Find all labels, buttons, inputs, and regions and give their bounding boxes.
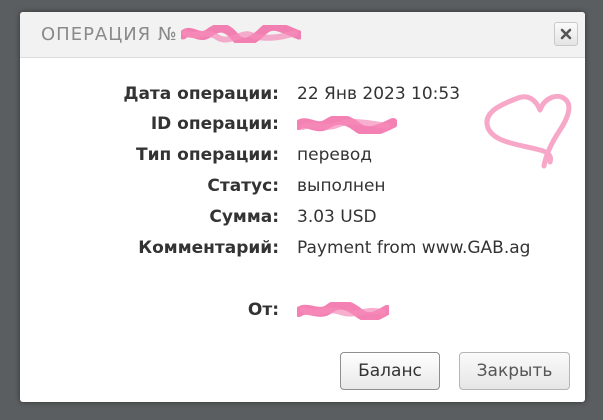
heart-drawing — [484, 93, 572, 169]
operation-dialog: ОПЕРАЦИЯ № Дата операции: 22 Янв 2023 10… — [20, 12, 585, 402]
comment-row: Комментарий: Payment from www.GAB.ag — [20, 234, 585, 262]
dialog-title: ОПЕРАЦИЯ № — [41, 24, 178, 45]
balance-button[interactable]: Баланс — [340, 352, 440, 390]
close-button[interactable]: Закрыть — [459, 352, 570, 390]
close-icon[interactable] — [554, 22, 578, 46]
dialog-header: ОПЕРАЦИЯ № — [20, 12, 585, 58]
from-label: От: — [247, 300, 279, 320]
redacted-operation-id — [297, 116, 397, 134]
amount-value: 3.03 USD — [297, 207, 377, 227]
comment-label: Комментарий: — [138, 238, 279, 258]
redacted-operation-number — [181, 25, 301, 43]
amount-row: Сумма: 3.03 USD — [20, 203, 585, 231]
date-value: 22 Янв 2023 10:53 — [297, 84, 461, 104]
amount-label: Сумма: — [209, 207, 279, 227]
redacted-sender — [297, 302, 389, 320]
from-row: От: — [20, 296, 585, 324]
status-value: выполнен — [297, 176, 386, 196]
status-row: Статус: выполнен — [20, 172, 585, 200]
date-label: Дата операции: — [123, 84, 279, 104]
type-label: Тип операции: — [136, 145, 279, 165]
status-label: Статус: — [207, 176, 279, 196]
id-label: ID операции: — [150, 114, 279, 134]
comment-value: Payment from www.GAB.ag — [297, 238, 531, 258]
type-value: перевод — [297, 145, 372, 165]
